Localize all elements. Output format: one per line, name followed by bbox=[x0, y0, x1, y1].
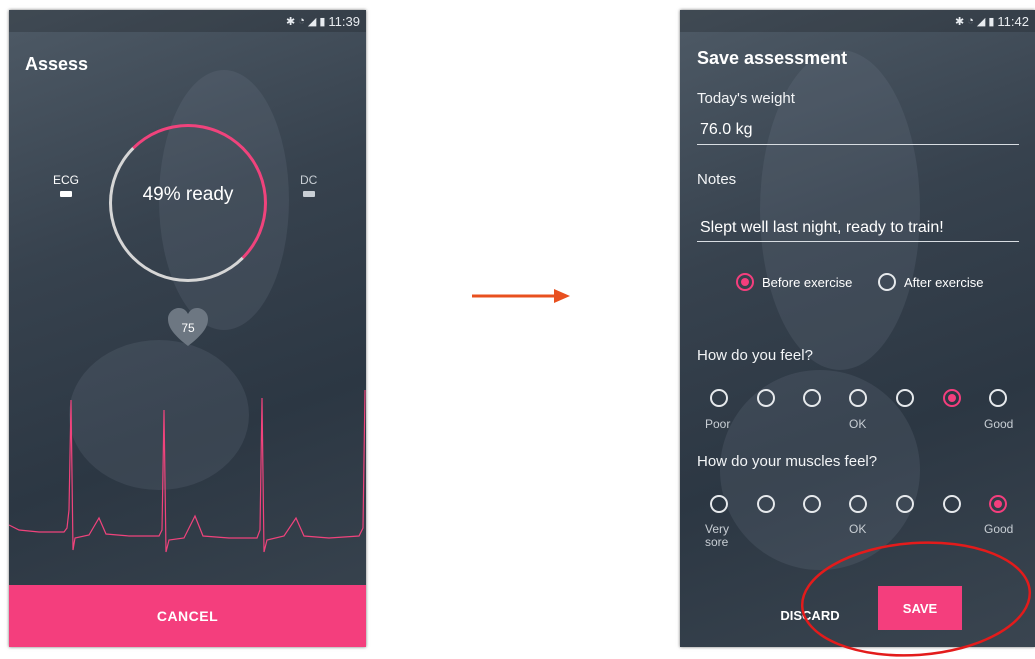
feel-mid-label: OK bbox=[849, 417, 867, 431]
feel-option-2[interactable] bbox=[757, 389, 775, 407]
muscles-option-1[interactable] bbox=[710, 495, 728, 513]
ecg-sensor-status: ECG bbox=[53, 173, 79, 197]
assess-screen: ✱ ◔ ◢ ▮ 11:39 Assess ECG DC 49% ready 75… bbox=[9, 10, 366, 647]
cancel-button[interactable]: CANCEL bbox=[9, 585, 366, 647]
feel-option-5[interactable] bbox=[896, 389, 914, 407]
muscles-option-5[interactable] bbox=[896, 495, 914, 513]
status-bar: ✱ ◔ ◢ ▮ 11:39 bbox=[9, 10, 366, 32]
battery-icon: ▮ bbox=[988, 15, 995, 28]
before-exercise-radio[interactable] bbox=[736, 273, 754, 291]
ecg-battery-icon bbox=[60, 191, 72, 197]
after-exercise-label: After exercise bbox=[904, 275, 984, 290]
weight-field[interactable]: 76.0 kg bbox=[700, 121, 752, 139]
feel-option-1[interactable] bbox=[710, 389, 728, 407]
transition-arrow bbox=[472, 289, 570, 303]
notes-label: Notes bbox=[697, 171, 737, 188]
before-exercise-label: Before exercise bbox=[762, 275, 853, 290]
muscles-option-7[interactable] bbox=[989, 495, 1007, 513]
wifi-icon: ◔ bbox=[967, 15, 974, 27]
status-bar: ✱ ◔ ◢ ▮ 11:42 bbox=[680, 10, 1035, 32]
status-time: 11:39 bbox=[328, 13, 360, 29]
ecg-sensor-label: ECG bbox=[53, 173, 80, 187]
notes-field-underline bbox=[697, 241, 1019, 242]
dc-sensor-label: DC bbox=[300, 173, 318, 187]
muscles-option-3[interactable] bbox=[803, 495, 821, 513]
page-title: Assess bbox=[25, 54, 89, 74]
weight-label: Today's weight bbox=[697, 90, 795, 107]
save-highlight-ellipse bbox=[800, 541, 1032, 657]
dc-battery-icon bbox=[302, 191, 315, 197]
wifi-icon: ◔ bbox=[298, 15, 305, 27]
feel-option-3[interactable] bbox=[803, 389, 821, 407]
status-time: 11:42 bbox=[997, 13, 1029, 29]
ecg-waveform bbox=[9, 390, 366, 553]
readiness-text: 49% ready bbox=[142, 184, 234, 205]
notes-field[interactable]: Slept well last night, ready to train! bbox=[700, 219, 944, 237]
muscles-option-6[interactable] bbox=[943, 495, 961, 513]
feel-question: How do you feel? bbox=[697, 347, 813, 364]
feel-max-label: Good bbox=[984, 417, 1014, 431]
page-title: Save assessment bbox=[697, 48, 848, 68]
signal-icon: ◢ bbox=[976, 15, 986, 28]
feel-option-6[interactable] bbox=[943, 389, 961, 407]
feel-option-7[interactable] bbox=[989, 389, 1007, 407]
dc-sensor-status: DC bbox=[300, 173, 317, 197]
muscles-option-2[interactable] bbox=[757, 495, 775, 513]
bluetooth-icon: ✱ bbox=[955, 15, 965, 28]
feel-option-4[interactable] bbox=[849, 389, 867, 407]
signal-icon: ◢ bbox=[307, 15, 317, 28]
battery-icon: ▮ bbox=[319, 15, 326, 28]
muscles-option-4[interactable] bbox=[849, 495, 867, 513]
feel-min-label: Poor bbox=[705, 417, 731, 431]
muscles-min-label: Very sore bbox=[705, 522, 730, 549]
muscles-question: How do your muscles feel? bbox=[697, 453, 878, 470]
after-exercise-radio[interactable] bbox=[878, 273, 896, 291]
weight-field-underline bbox=[697, 144, 1019, 145]
heart-rate-value: 75 bbox=[181, 321, 195, 335]
bluetooth-icon: ✱ bbox=[286, 15, 296, 28]
